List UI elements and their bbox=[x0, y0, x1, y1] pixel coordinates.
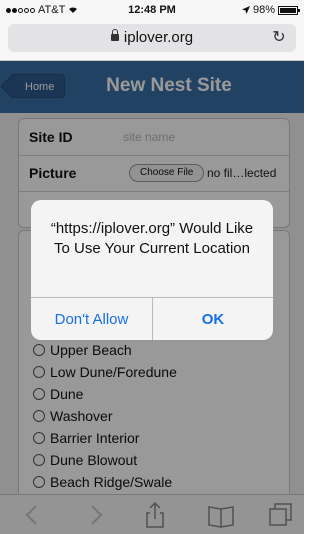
location-arrow-icon bbox=[241, 6, 250, 14]
browser-address-bar: iplover.org ↻ bbox=[0, 20, 304, 61]
dont-allow-button[interactable]: Don't Allow bbox=[31, 298, 153, 340]
url-field[interactable]: iplover.org ↻ bbox=[8, 24, 296, 52]
lock-icon bbox=[110, 28, 119, 41]
battery-percent: 98% bbox=[252, 4, 275, 16]
status-bar: AT&T 12:48 PM 98% bbox=[0, 0, 304, 20]
alert-buttons: Don't Allow OK bbox=[31, 297, 273, 340]
battery-icon bbox=[278, 5, 300, 15]
phone-screen: AT&T 12:48 PM 98% iplover.org ↻ Home New… bbox=[0, 0, 304, 534]
battery-info: 98% bbox=[241, 4, 300, 16]
location-permission-alert: “https://iplover.org” Would Like To Use … bbox=[31, 200, 273, 340]
ok-button[interactable]: OK bbox=[153, 298, 273, 340]
reload-icon[interactable]: ↻ bbox=[266, 24, 292, 52]
url-text: iplover.org bbox=[123, 29, 194, 46]
battery-fill bbox=[280, 7, 296, 13]
alert-message: “https://iplover.org” Would Like To Use … bbox=[50, 220, 254, 257]
